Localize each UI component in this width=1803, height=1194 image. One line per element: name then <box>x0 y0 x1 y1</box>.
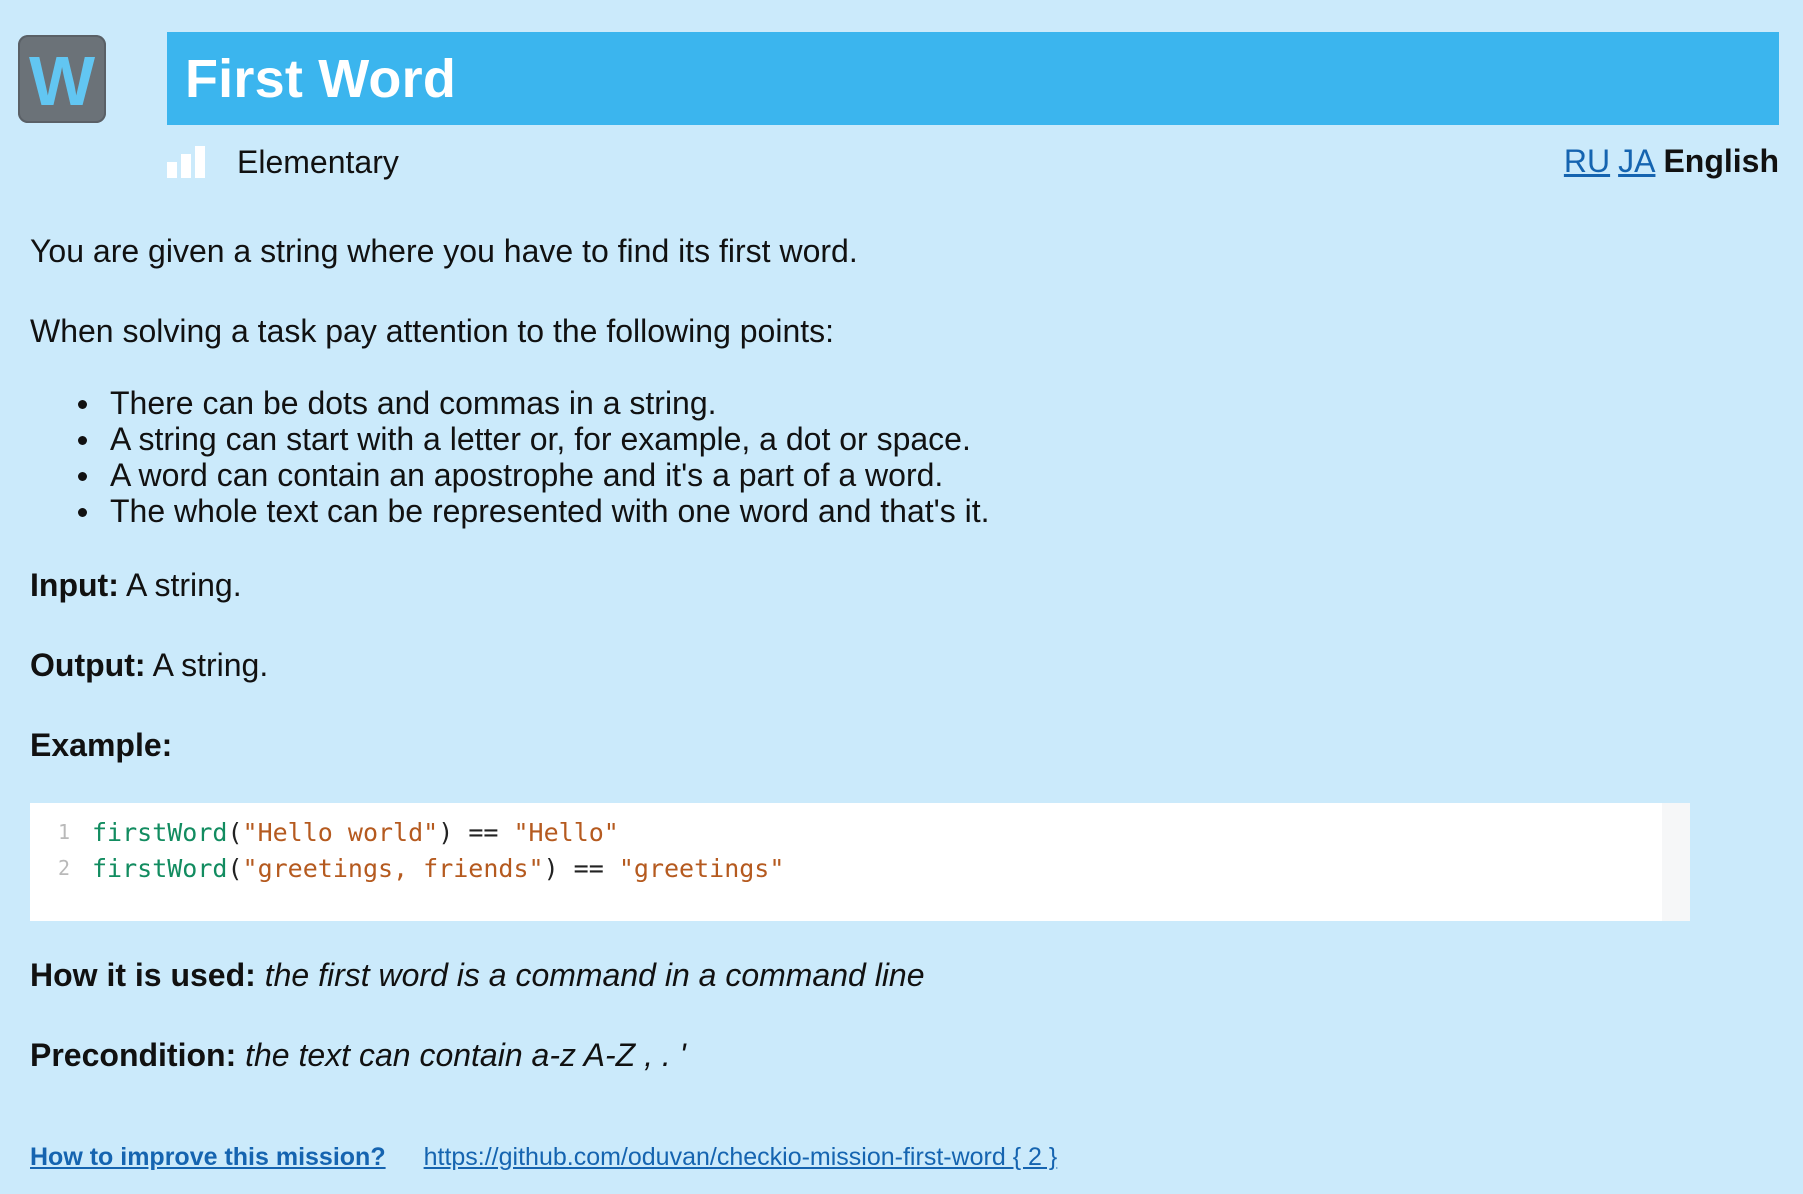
input-text: A string. <box>118 567 242 603</box>
code-line: 1 firstWord("Hello world") == "Hello" <box>30 814 619 850</box>
list-item: A string can start with a letter or, for… <box>78 421 990 457</box>
code-function: firstWord <box>92 853 228 883</box>
points-list: There can be dots and commas in a string… <box>30 385 990 529</box>
page-title: First Word <box>185 48 456 109</box>
list-item: There can be dots and commas in a string… <box>78 385 990 421</box>
code-paren: ) <box>438 817 454 847</box>
code-operator: == <box>453 817 514 847</box>
input-label: Input: <box>30 567 119 603</box>
precondition-text: Precondition: the text can contain a-z A… <box>30 1037 686 1074</box>
code-paren: ) <box>543 853 559 883</box>
code-string: "greetings, friends" <box>242 853 544 883</box>
code-string: "greetings" <box>618 853 785 883</box>
code-line: 2 firstWord("greetings, friends") == "gre… <box>30 850 784 886</box>
code-function: firstWord <box>92 817 228 847</box>
difficulty-label: Elementary <box>237 143 399 180</box>
code-paren: ( <box>227 817 243 847</box>
usage-text: How it is used: the first word is a comm… <box>30 957 925 994</box>
code-example: 1 firstWord("Hello world") == "Hello" 2 fi… <box>30 803 1690 921</box>
code-string: "Hello world" <box>242 817 439 847</box>
output-spec: Output: A string. <box>30 647 268 683</box>
language-current: English <box>1663 143 1779 179</box>
points-intro: When solving a task pay attention to the… <box>30 313 835 349</box>
mission-logo: W <box>18 35 106 123</box>
improve-mission-link[interactable]: How to improve this mission? <box>30 1143 386 1172</box>
code-string: "Hello" <box>513 817 619 847</box>
language-link-ru[interactable]: RU <box>1564 143 1610 179</box>
difficulty-bars-icon <box>167 146 209 178</box>
precondition-label: Precondition: <box>30 1037 237 1073</box>
logo-letter: W <box>28 42 96 120</box>
language-switcher: RU JA English <box>1564 143 1779 180</box>
language-link-ja[interactable]: JA <box>1618 143 1655 179</box>
code-paren: ( <box>227 853 243 883</box>
output-text: A string. <box>145 647 269 683</box>
example-label: Example: <box>30 727 173 763</box>
input-spec: Input: A string. <box>30 567 242 603</box>
code-operator: == <box>558 853 619 883</box>
repository-link[interactable]: https://github.com/oduvan/checkio-missio… <box>424 1143 1058 1172</box>
line-number: 1 <box>57 820 70 844</box>
example-heading: Example: <box>30 727 172 763</box>
footer: How to improve this mission? https://git… <box>30 1143 1057 1172</box>
difficulty: Elementary <box>167 140 399 184</box>
precondition-description: the text can contain a-z A-Z , . ' <box>236 1037 686 1073</box>
list-item: A word can contain an apostrophe and it'… <box>78 457 990 493</box>
intro-text: You are given a string where you have to… <box>30 233 858 269</box>
title-bar: First Word <box>167 32 1779 125</box>
usage-description: the first word is a command in a command… <box>255 957 925 993</box>
line-number: 2 <box>57 856 70 880</box>
output-label: Output: <box>30 647 146 683</box>
usage-label: How it is used: <box>30 957 256 993</box>
list-item: The whole text can be represented with o… <box>78 493 990 529</box>
